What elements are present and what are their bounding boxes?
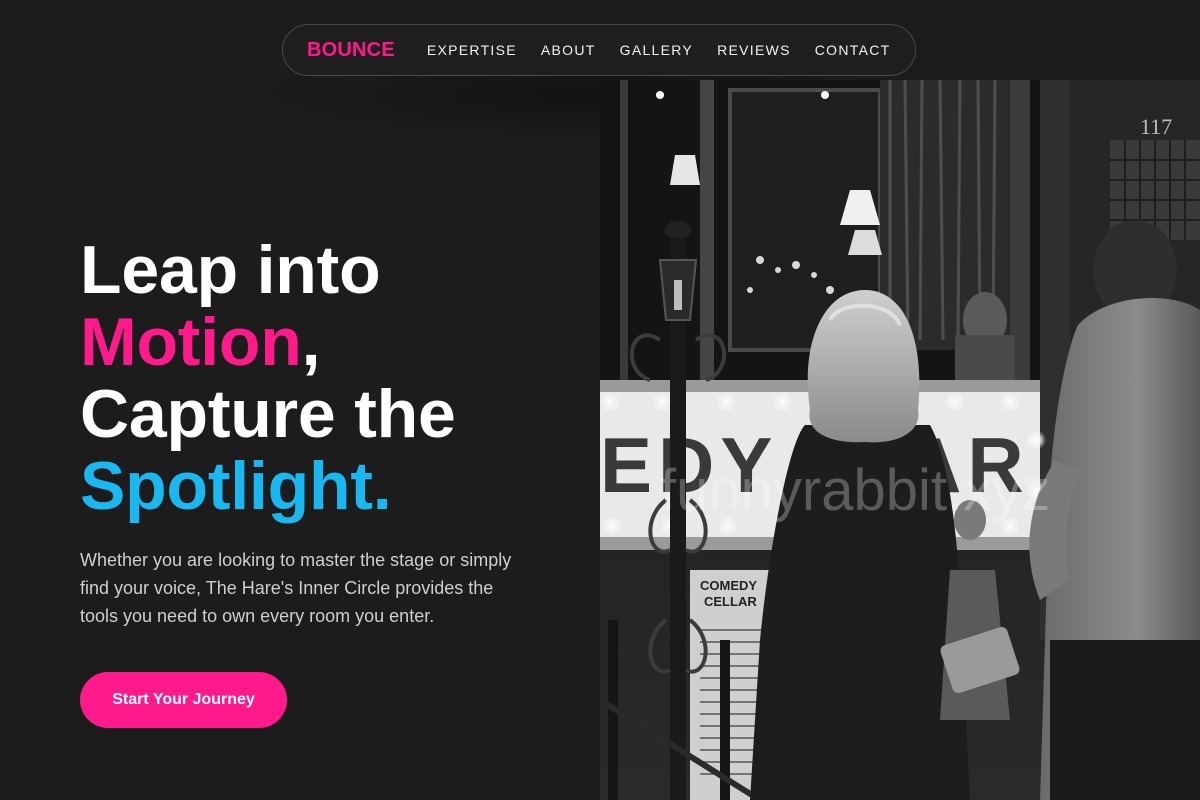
hero-subtext: Whether you are looking to master the st… (80, 550, 512, 626)
headline-line-1: Leap into (80, 232, 381, 308)
headline-highlight-spotlight: Spotlight. (80, 448, 392, 524)
headline-highlight-motion: Motion (80, 304, 302, 380)
door-number: 117 (1140, 114, 1172, 139)
hero-headline: Leap into Motion, Capture the Spotlight. (80, 234, 580, 522)
nav-link-gallery[interactable]: GALLERY (620, 42, 693, 58)
nav-link-contact[interactable]: CONTACT (815, 42, 891, 58)
navbar: BOUNCE EXPERTISE ABOUT GALLERY REVIEWS C… (282, 24, 916, 76)
photo-watermark: funnyrabbit.xyz (660, 458, 1050, 523)
nav-link-about[interactable]: ABOUT (541, 42, 596, 58)
hero-section: Leap into Motion, Capture the Spotlight.… (80, 234, 580, 728)
logo-link[interactable]: BOUNCE (307, 39, 395, 62)
nav-links: EXPERTISE ABOUT GALLERY REVIEWS CONTACT (427, 42, 891, 58)
hero-photo: 117 EDY AR COMEDY CELLAR funnyrabbit.xyz (600, 80, 1200, 800)
headline-comma: , (301, 304, 321, 380)
headline-line-3: Capture the (80, 376, 456, 452)
nav-link-expertise[interactable]: EXPERTISE (427, 42, 517, 58)
hero-photo-illustration: 117 EDY AR COMEDY CELLAR funnyrabbit.xyz (600, 80, 1200, 800)
menu-board-bottom: CELLAR (704, 594, 757, 609)
start-journey-button[interactable]: Start Your Journey (80, 672, 287, 728)
page: BOUNCE EXPERTISE ABOUT GALLERY REVIEWS C… (0, 0, 1200, 800)
menu-board-top: COMEDY (700, 578, 757, 593)
nav-link-reviews[interactable]: REVIEWS (717, 42, 791, 58)
